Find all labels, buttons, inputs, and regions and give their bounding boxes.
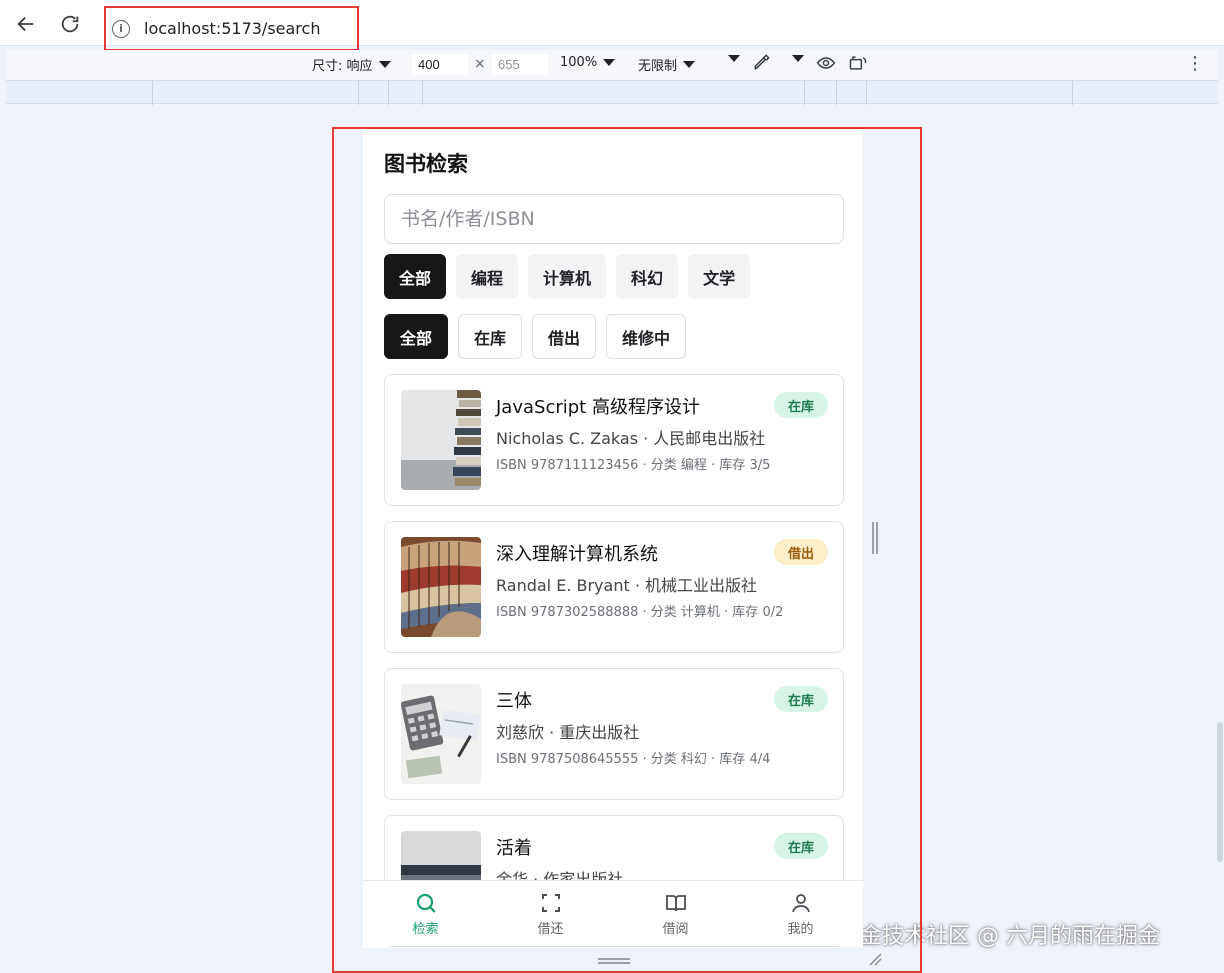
- scrollbar-thumb[interactable]: [1217, 722, 1223, 862]
- book-title: JavaScript 高级程序设计: [496, 397, 700, 418]
- book-card[interactable]: JavaScript 高级程序设计 Nicholas C. Zakas · 人民…: [384, 374, 844, 506]
- width-input[interactable]: [412, 54, 468, 75]
- ruler-tick: [358, 81, 359, 105]
- eye-icon: [816, 57, 836, 69]
- status-filter: 全部 在库 借出 维修中: [384, 314, 687, 359]
- status-chip-all[interactable]: 全部: [384, 314, 449, 359]
- resize-corner-icon[interactable]: [868, 952, 882, 966]
- eyedropper-icon: [754, 54, 770, 70]
- device-dropdown[interactable]: [792, 55, 804, 62]
- media-query-ruler: [6, 80, 1218, 105]
- vision-button[interactable]: [816, 53, 836, 73]
- device-viewport: 图书检索 全部 编程 计算机 科幻 文学 全部 在库 借出 维修中: [363, 128, 863, 968]
- status-badge: 在库: [773, 392, 828, 418]
- more-options-dropdown[interactable]: [728, 55, 740, 62]
- book-author: Randal E. Bryant · 机械工业出版社: [496, 576, 757, 595]
- back-button[interactable]: [10, 8, 42, 40]
- ruler-tick: [866, 81, 867, 105]
- tab-label: 借还: [537, 921, 564, 937]
- tab-search[interactable]: 检索: [363, 881, 488, 946]
- book-card[interactable]: 深入理解计算机系统 Randal E. Bryant · 机械工业出版社 ISB…: [384, 521, 844, 653]
- user-icon: [791, 893, 810, 912]
- book-cover: [401, 684, 481, 784]
- address-url: localhost:5173/search: [144, 19, 321, 38]
- ruler-tick: [1072, 81, 1073, 105]
- chevron-down-icon: [728, 55, 740, 62]
- tab-label: 我的: [787, 921, 814, 937]
- arrow-left-icon: [17, 16, 34, 32]
- category-chip-computer[interactable]: 计算机: [528, 254, 607, 299]
- tab-label: 检索: [412, 921, 439, 937]
- resize-height-handle[interactable]: [598, 958, 630, 964]
- tab-reading[interactable]: 借阅: [613, 881, 738, 946]
- throttle-label: 无限制: [638, 59, 678, 74]
- book-title: 三体: [496, 691, 532, 712]
- search-icon: [416, 893, 436, 913]
- ruler-tick: [422, 81, 423, 105]
- status-chip-repair[interactable]: 维修中: [606, 314, 687, 359]
- more-vertical-icon[interactable]: ⋮: [1186, 55, 1204, 73]
- reload-icon: [61, 15, 79, 33]
- category-chip-scifi[interactable]: 科幻: [616, 254, 679, 299]
- scrollbar[interactable]: [1216, 110, 1224, 970]
- info-icon[interactable]: i: [112, 19, 130, 38]
- zoom-label: 100%: [560, 55, 598, 70]
- scan-icon: [541, 893, 560, 912]
- bottom-tab-bar: 检索 借还 借阅 我的: [363, 880, 863, 946]
- times-sign: ×: [474, 56, 486, 72]
- rotate-device-icon: [849, 56, 867, 70]
- chevron-down-icon: [683, 61, 696, 68]
- chevron-down-icon: [603, 59, 616, 66]
- book-title: 深入理解计算机系统: [496, 544, 658, 565]
- category-chip-all[interactable]: 全部: [384, 254, 447, 299]
- status-badge: 在库: [773, 686, 828, 712]
- chevron-down-icon: [792, 55, 804, 62]
- ruler-tick: [804, 81, 805, 105]
- ruler-tick: [388, 81, 389, 105]
- dimensions-label: 尺寸: 响应: [312, 59, 373, 74]
- search-input[interactable]: [384, 194, 844, 244]
- tab-label: 借阅: [662, 921, 689, 937]
- address-bar[interactable]: i localhost:5173/search: [104, 6, 359, 51]
- book-author: Nicholas C. Zakas · 人民邮电出版社: [496, 429, 766, 448]
- book-cover: [401, 537, 481, 637]
- book-meta: ISBN 9787508645555 · 分类 科幻 · 库存 4/4: [496, 752, 771, 767]
- resize-width-handle[interactable]: [872, 522, 878, 554]
- tab-borrow-return[interactable]: 借还: [488, 881, 613, 946]
- status-chip-in-stock[interactable]: 在库: [458, 314, 523, 359]
- book-meta: ISBN 9787302588888 · 分类 计算机 · 库存 0/2: [496, 605, 784, 620]
- tab-mine[interactable]: 我的: [738, 881, 863, 946]
- status-chip-borrowed[interactable]: 借出: [532, 314, 597, 359]
- device-toolbar: 尺寸: 响应 × 100% 无限制 ⋮: [6, 50, 1218, 80]
- status-badge: 在库: [773, 833, 828, 859]
- book-meta: ISBN 9787111123456 · 分类 编程 · 库存 3/5: [496, 458, 771, 473]
- book-title: 活着: [496, 838, 532, 859]
- height-input[interactable]: [492, 54, 548, 75]
- category-filter: 全部 编程 计算机 科幻 文学: [384, 254, 751, 299]
- ruler-tick: [152, 81, 153, 105]
- ruler-tick: [836, 81, 837, 105]
- book-author: 刘慈欣 · 重庆出版社: [496, 723, 640, 742]
- book-cover: [401, 390, 481, 490]
- category-chip-programming[interactable]: 编程: [456, 254, 519, 299]
- watermark: 掘金技术社区 @ 六月的雨在掘金: [838, 924, 1160, 949]
- category-chip-literature[interactable]: 文学: [688, 254, 751, 299]
- zoom-dropdown[interactable]: 100%: [560, 55, 616, 70]
- reload-button[interactable]: [54, 8, 86, 40]
- page-title: 图书检索: [384, 152, 468, 176]
- eyedropper-button[interactable]: [752, 52, 772, 72]
- book-card[interactable]: 三体 刘慈欣 · 重庆出版社 ISBN 9787508645555 · 分类 科…: [384, 668, 844, 800]
- book-open-icon: [665, 894, 686, 911]
- rotate-button[interactable]: [848, 53, 868, 73]
- dimensions-dropdown[interactable]: 尺寸: 响应: [312, 55, 391, 74]
- chevron-down-icon: [378, 61, 391, 68]
- status-badge: 借出: [773, 539, 828, 565]
- throttle-dropdown[interactable]: 无限制: [638, 55, 696, 74]
